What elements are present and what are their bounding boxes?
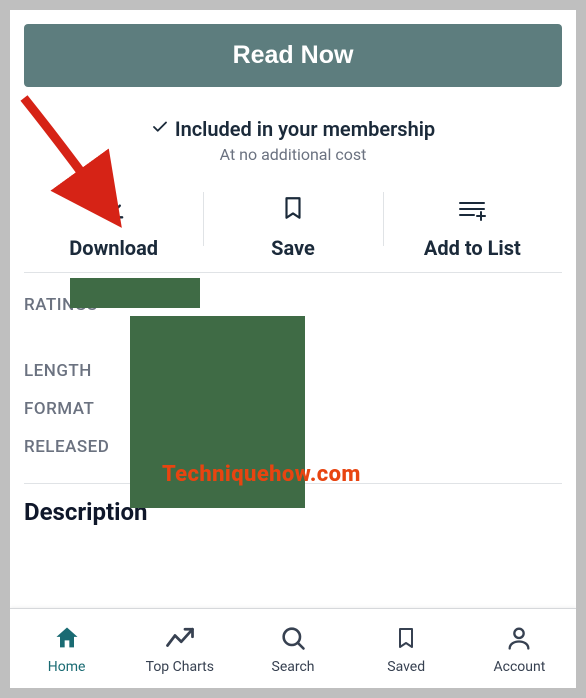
nav-search[interactable]: Search <box>236 609 349 688</box>
bookmark-icon <box>391 623 421 653</box>
redaction-box <box>130 316 305 508</box>
add-to-list-label: Add to List <box>424 236 521 260</box>
check-icon <box>151 118 169 140</box>
download-label: Download <box>69 236 158 260</box>
nav-saved-label: Saved <box>387 659 425 675</box>
nav-home-label: Home <box>48 659 86 675</box>
nav-account[interactable]: Account <box>463 609 576 688</box>
read-now-button[interactable]: Read Now <box>24 24 562 87</box>
nav-top-charts[interactable]: Top Charts <box>123 609 236 688</box>
nav-top-charts-label: Top Charts <box>146 659 214 675</box>
nav-account-label: Account <box>494 659 546 675</box>
app-container: Read Now Included in your membership At … <box>10 10 576 688</box>
nav-search-label: Search <box>272 659 315 675</box>
membership-subtext: At no additional cost <box>24 145 562 164</box>
nav-saved[interactable]: Saved <box>350 609 463 688</box>
trending-icon <box>165 623 195 653</box>
top-section: Read Now Included in your membership At … <box>10 10 576 273</box>
redaction-box <box>70 278 200 308</box>
bookmark-icon <box>280 194 306 226</box>
actions-row: Download Save <box>24 190 562 273</box>
list-add-icon <box>456 198 488 226</box>
save-label: Save <box>271 236 315 260</box>
download-button[interactable]: Download <box>24 190 203 264</box>
add-to-list-button[interactable]: Add to List <box>383 190 562 264</box>
download-icon <box>100 194 128 226</box>
nav-home[interactable]: Home <box>10 609 123 688</box>
search-icon <box>278 623 308 653</box>
bottom-nav: Home Top Charts Search <box>10 608 576 688</box>
save-button[interactable]: Save <box>203 190 382 264</box>
home-icon <box>52 623 82 653</box>
membership-block: Included in your membership At no additi… <box>24 117 562 164</box>
membership-line: Included in your membership <box>24 117 562 141</box>
account-icon <box>504 623 534 653</box>
membership-text: Included in your membership <box>175 117 435 141</box>
